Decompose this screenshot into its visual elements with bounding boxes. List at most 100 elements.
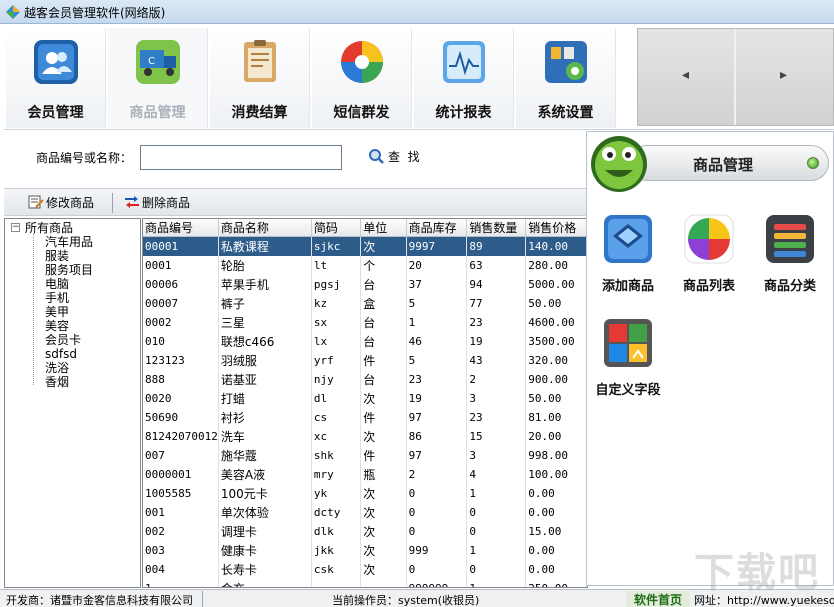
table-cell: 15.00 [526, 522, 587, 541]
tree-item[interactable]: 美甲 [45, 305, 69, 319]
table-row[interactable]: 007施华蔻shk件973998.00 [143, 446, 587, 465]
table-cell: 3500.00 [526, 332, 587, 351]
table-cell: 轮胎 [218, 256, 311, 275]
table-row[interactable]: 50690衬衫cs件972381.00 [143, 408, 587, 427]
table-cell: 998.00 [526, 446, 587, 465]
tree-item[interactable]: 香烟 [45, 375, 69, 389]
table-row[interactable]: 0001轮胎lt个2063280.00 [143, 256, 587, 275]
product-table: 商品编号 商品名称 简码 单位 商品库存 销售数量 销售价格 00001私教课程… [142, 218, 588, 588]
tree-item[interactable]: 服务项目 [45, 263, 93, 277]
product-category-label: 商品分类 [745, 275, 834, 294]
search-input[interactable] [140, 145, 342, 170]
table-cell: 86 [406, 427, 467, 446]
table-cell: kz [311, 294, 360, 313]
tree-item[interactable]: 汽车用品 [45, 235, 93, 249]
table-row[interactable]: 1会充9999991250.00 [143, 579, 587, 589]
tree-item[interactable]: 电脑 [45, 277, 69, 291]
table-cell: 280.00 [526, 256, 587, 275]
nav-statistics-report[interactable]: 统计报表 [414, 28, 514, 128]
table-cell: 打蜡 [218, 389, 311, 408]
table-cell: 77 [467, 294, 526, 313]
scroll-left-icon[interactable]: ◂ [682, 67, 689, 83]
table-cell: 健康卡 [218, 541, 311, 560]
nav-product-management[interactable]: C 商品管理 [108, 28, 208, 128]
nav-label: 短信群发 [312, 102, 411, 122]
product-category-icon [765, 214, 815, 264]
table-cell: 4600.00 [526, 313, 587, 332]
table-cell: 4 [467, 465, 526, 484]
product-actions-bar: 修改商品 删除商品 [4, 188, 588, 216]
tree-item[interactable]: 手机 [45, 291, 69, 305]
table-cell: 94 [467, 275, 526, 294]
table-row[interactable]: 00007裤子kz盒57750.00 [143, 294, 587, 313]
table-row[interactable]: 0020打蜡dl次19350.00 [143, 389, 587, 408]
column-header[interactable]: 商品名称 [218, 219, 311, 237]
table-row[interactable]: 00006苹果手机pgsj台37945000.00 [143, 275, 587, 294]
tree-item[interactable]: sdfsd [45, 347, 77, 361]
column-header[interactable]: 简码 [311, 219, 360, 237]
column-header[interactable]: 销售数量 [467, 219, 526, 237]
watermark-logo: 下载吧 [694, 540, 820, 598]
product-category-button[interactable]: 商品分类 [745, 214, 834, 294]
column-header[interactable]: 商品库存 [406, 219, 467, 237]
table-cell: csk [311, 560, 360, 579]
collapse-toggle-icon[interactable]: − [11, 223, 20, 232]
column-header[interactable]: 单位 [361, 219, 406, 237]
table-row[interactable]: 004长寿卡csk次000.00 [143, 560, 587, 579]
table-row[interactable]: 888诺基亚njy台232900.00 [143, 370, 587, 389]
custom-field-button[interactable]: 自定义字段 [583, 318, 673, 398]
tree-item[interactable]: 洗浴 [45, 361, 69, 375]
column-header[interactable]: 销售价格 [526, 219, 587, 237]
table-cell: 0001 [143, 256, 218, 275]
table-cell: 台 [361, 332, 406, 351]
column-header[interactable]: 商品编号 [143, 219, 218, 237]
svg-text:C: C [148, 56, 155, 67]
tree-item[interactable]: 会员卡 [45, 333, 81, 347]
table-row[interactable]: 81242070012洗车xc次861520.00 [143, 427, 587, 446]
table-row[interactable]: 0000001美容A液mry瓶24100.00 [143, 465, 587, 484]
scroll-right-icon[interactable]: ▸ [780, 67, 787, 83]
nav-member-management[interactable]: 会员管理 [6, 28, 106, 128]
table-cell: 140.00 [526, 237, 587, 256]
search-button[interactable]: 查 找 [368, 148, 420, 168]
software-home-link[interactable]: 软件首页 [626, 591, 690, 607]
tree-item[interactable]: 服装 [45, 249, 69, 263]
table-cell: 0 [406, 560, 467, 579]
table-cell: 长寿卡 [218, 560, 311, 579]
table-cell: 63 [467, 256, 526, 275]
edit-product-button[interactable]: 修改商品 [28, 194, 94, 211]
table-row[interactable]: 010联想c466lx台46193500.00 [143, 332, 587, 351]
table-cell: 次 [361, 389, 406, 408]
table-row[interactable]: 002调理卡dlk次0015.00 [143, 522, 587, 541]
toolbar-divider [112, 193, 113, 213]
add-product-button[interactable]: 添加商品 [583, 214, 673, 294]
product-list-button[interactable]: 商品列表 [664, 214, 754, 294]
table-row[interactable]: 00001私教课程sjkc次999789140.00 [143, 237, 587, 256]
table-cell: mry [311, 465, 360, 484]
tree-item[interactable]: 美容 [45, 319, 69, 333]
product-list-icon [684, 214, 734, 264]
product-management-panel: 商品管理 添加商品 商品列表 商品分类 [586, 131, 834, 586]
table-row[interactable]: 001单次体验dcty次000.00 [143, 503, 587, 522]
products-truck-icon: C [134, 38, 182, 86]
table-cell: 洗车 [218, 427, 311, 446]
table-cell: 件 [361, 446, 406, 465]
nav-sms-broadcast[interactable]: 短信群发 [312, 28, 412, 128]
checkout-clipboard-icon [236, 38, 284, 86]
table-cell: 次 [361, 541, 406, 560]
table-row[interactable]: 003健康卡jkk次99910.00 [143, 541, 587, 560]
table-row[interactable]: 0002三星sx台1234600.00 [143, 313, 587, 332]
nav-checkout[interactable]: 消费结算 [210, 28, 310, 128]
table-cell: 1 [467, 579, 526, 589]
delete-product-button[interactable]: 删除商品 [124, 194, 190, 211]
members-icon [32, 38, 80, 86]
table-cell: xc [311, 427, 360, 446]
tree-guide-line [33, 233, 34, 385]
table-row[interactable]: 123123羽绒服yrf件543320.00 [143, 351, 587, 370]
nav-system-settings[interactable]: 系统设置 [516, 28, 616, 128]
table-row[interactable]: 1005585100元卡yk次010.00 [143, 484, 587, 503]
table-cell: 23 [467, 408, 526, 427]
table-cell: 23 [406, 370, 467, 389]
table-cell: 台 [361, 275, 406, 294]
table-cell: yrf [311, 351, 360, 370]
